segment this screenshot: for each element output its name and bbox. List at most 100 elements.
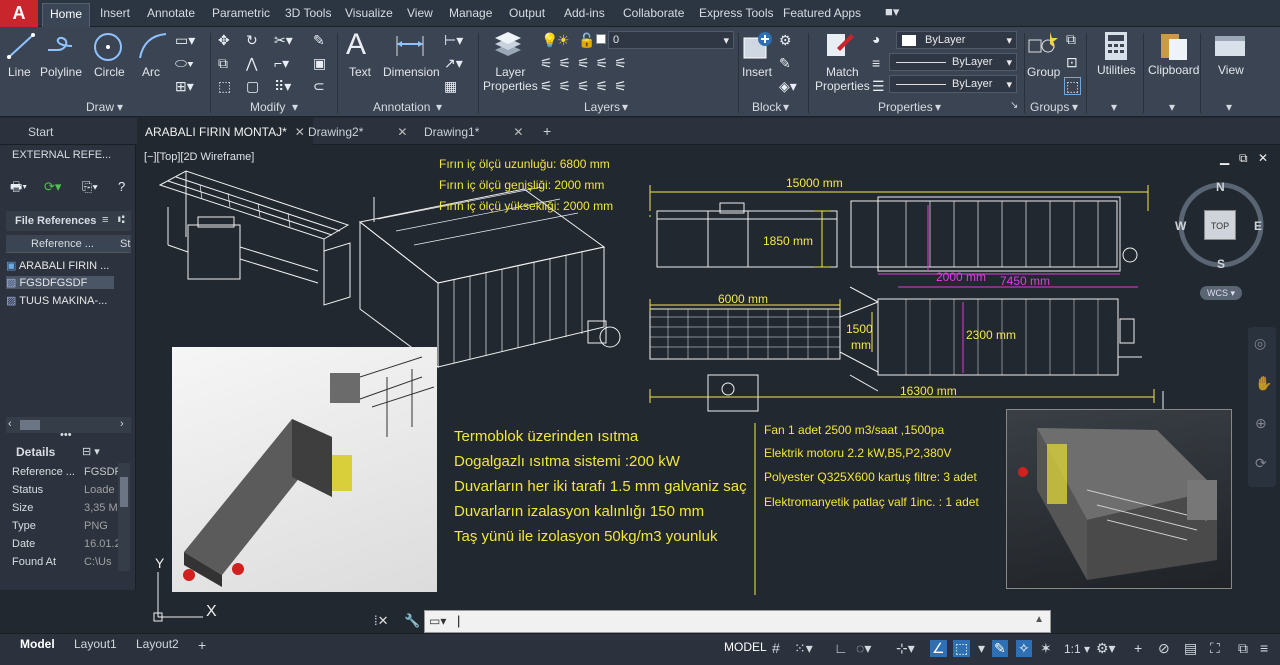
match-properties-icon[interactable] xyxy=(823,30,857,62)
add-layout-button[interactable]: + xyxy=(192,637,212,653)
tab-insert[interactable]: Insert xyxy=(100,6,130,20)
leader-icon[interactable]: ↗▾ xyxy=(444,56,463,70)
rendered-image-oven-open[interactable] xyxy=(1006,409,1232,589)
close-icon[interactable]: ✕ xyxy=(397,125,407,139)
dimension-1500[interactable]: 1500 xyxy=(846,322,873,336)
tab-collaborate[interactable]: Collaborate xyxy=(623,6,684,20)
close-icon[interactable]: ✕ xyxy=(1258,151,1268,165)
note-inner-height[interactable]: Fırın iç ölçü yüksekliği: 2000 mm xyxy=(439,199,613,213)
lineweight-icon[interactable]: ≡ xyxy=(872,56,880,70)
chevron-down-icon[interactable]: ▾ xyxy=(978,640,985,657)
tab-add-ins[interactable]: Add-ins xyxy=(564,6,605,20)
group-icon[interactable] xyxy=(1026,30,1060,62)
dimension-2300[interactable]: 2300 mm xyxy=(966,328,1016,342)
chevron-down-icon[interactable]: ▾ xyxy=(1169,100,1175,114)
column-status[interactable]: St xyxy=(120,238,130,250)
annotation-visibility-icon[interactable]: ✶ xyxy=(1040,640,1052,657)
refresh-icon[interactable]: ⟳▾ xyxy=(44,180,61,194)
circle-button[interactable]: Circle xyxy=(94,65,125,79)
dimension-6000[interactable]: 6000 mm xyxy=(718,292,768,306)
chevron-down-icon[interactable]: ▾ xyxy=(117,100,123,114)
view-button[interactable]: View xyxy=(1218,63,1244,77)
snap-icon[interactable]: ⁙▾ xyxy=(794,640,813,657)
note-gas-heating[interactable]: Dogalgazlı ısıtma sistemi :200 kW xyxy=(454,453,680,470)
tab-layout1[interactable]: Layout1 xyxy=(68,637,123,651)
viewcube-south[interactable]: S xyxy=(1217,257,1225,271)
mirror-icon[interactable]: ⋀ xyxy=(246,56,257,70)
chevron-right-icon[interactable]: › xyxy=(120,418,124,430)
workspace-gear-icon[interactable]: ⚙▾ xyxy=(1096,640,1116,657)
command-line-input[interactable]: ▭▾ | ▲ xyxy=(424,610,1051,633)
group-button[interactable]: Group xyxy=(1027,65,1060,79)
wcs-menu[interactable]: WCS ▾ xyxy=(1200,286,1242,300)
match-properties-button[interactable]: Match Properties xyxy=(815,65,870,93)
dimension-icon[interactable] xyxy=(393,30,427,62)
text-button[interactable]: Text xyxy=(349,65,371,79)
orbit-icon[interactable]: ⟳ xyxy=(1255,455,1267,472)
layer-freeze-icon[interactable]: ☀ xyxy=(557,33,570,47)
layer-properties-icon[interactable] xyxy=(491,30,525,62)
properties-launcher-icon[interactable]: ↘ xyxy=(1010,100,1018,111)
vertical-scrollbar[interactable] xyxy=(118,463,130,571)
utilities-icon[interactable] xyxy=(1099,30,1133,62)
dimension-7450[interactable]: 7450 mm xyxy=(1000,274,1050,288)
note-wall-insulation[interactable]: Duvarların izalasyon kalınlığı 150 mm xyxy=(454,503,704,520)
fillet-icon[interactable]: ⌐▾ xyxy=(274,56,289,70)
isolate-objects-icon[interactable]: ⊘ xyxy=(1158,640,1170,657)
tab-express-tools[interactable]: Express Tools xyxy=(699,6,773,20)
note-valve[interactable]: Elektromanyetik patlaç valf 1inc. : 1 ad… xyxy=(764,495,979,509)
selection-cycling-icon[interactable]: ✧ xyxy=(1016,640,1032,657)
array-icon[interactable]: ⠿▾ xyxy=(274,79,291,93)
insert-block-icon[interactable] xyxy=(741,30,775,62)
group-select-icon[interactable]: ⬚ xyxy=(1064,77,1082,95)
trim-icon[interactable]: ✂▾ xyxy=(274,33,293,47)
text-icon[interactable]: A xyxy=(346,30,366,60)
tab-featured-apps[interactable]: Featured Apps xyxy=(783,6,861,20)
note-fan[interactable]: Fan 1 adet 2500 m3/saat ,1500pa xyxy=(764,423,944,437)
note-wall-sheet[interactable]: Duvarların her iki tarafı 1.5 mm galvani… xyxy=(454,478,747,495)
dimension-1500-unit[interactable]: mm xyxy=(851,338,871,352)
layer-dropdown[interactable]: 0 ▾ xyxy=(608,31,734,49)
explode-icon[interactable]: ▣ xyxy=(313,56,326,70)
application-menu-button[interactable]: A xyxy=(0,0,38,27)
layer-tools-icon[interactable]: ⚟⚟⚟⚟⚟ xyxy=(540,56,633,70)
color-wheel-icon[interactable]: ◕ xyxy=(872,32,880,46)
line-icon[interactable] xyxy=(4,30,38,62)
chevron-down-icon[interactable]: ▾ xyxy=(935,100,941,114)
tab-home[interactable]: Home xyxy=(42,3,91,27)
pan-icon[interactable]: ✋ xyxy=(1255,375,1272,392)
view-icon[interactable] xyxy=(1213,30,1247,62)
graphics-performance-icon[interactable]: ▤ xyxy=(1184,640,1197,657)
tab-model[interactable]: Model xyxy=(14,637,61,651)
dimension-button[interactable]: Dimension xyxy=(383,65,440,79)
tab-drawing1[interactable]: Drawing1* ✕ xyxy=(416,118,531,145)
lineweight-dropdown[interactable]: ByLayer ▾ xyxy=(889,75,1017,93)
chevron-down-icon[interactable]: ▾ xyxy=(1111,100,1117,114)
scroll-thumb[interactable] xyxy=(120,477,128,507)
attach-icon[interactable]: 🖶▾ xyxy=(10,180,27,194)
chevron-down-icon[interactable]: ▾ xyxy=(622,100,628,114)
arc-button[interactable]: Arc xyxy=(142,65,160,79)
dimension-15000[interactable]: 15000 mm xyxy=(786,176,843,190)
column-reference[interactable]: Reference ... xyxy=(31,238,94,250)
modify-panel-title[interactable]: Modify xyxy=(250,100,285,114)
tab-layout2[interactable]: Layout2 xyxy=(130,637,185,651)
viewcube-north[interactable]: N xyxy=(1216,180,1225,194)
boundary-icon[interactable]: ⊞▾ xyxy=(175,79,194,93)
viewcube-east[interactable]: E xyxy=(1254,219,1262,233)
tab-drawing2[interactable]: Drawing2* ✕ xyxy=(300,118,415,145)
stretch-icon[interactable]: ⬚ xyxy=(218,79,231,93)
isodraft-icon[interactable]: ∠ xyxy=(930,640,947,657)
customization-menu-icon[interactable]: ≡ xyxy=(1260,640,1268,656)
note-inner-width[interactable]: Fırın iç ölçü genişliği: 2000 mm xyxy=(439,178,604,192)
splitter-grip-icon[interactable]: ••• xyxy=(60,429,72,441)
chevron-up-icon[interactable]: ▲ xyxy=(1034,614,1044,625)
dimension-2000[interactable]: 2000 mm xyxy=(936,270,986,284)
new-tab-button[interactable]: + xyxy=(535,118,559,145)
chevron-down-icon[interactable]: ▾ xyxy=(1226,100,1232,114)
edit-block-icon[interactable]: ✎ xyxy=(779,56,791,70)
minimize-icon[interactable]: ▁ xyxy=(1220,151,1229,165)
arc-icon[interactable] xyxy=(136,30,170,62)
erase-icon[interactable]: ✎ xyxy=(313,33,325,47)
polyline-button[interactable]: Polyline xyxy=(40,65,82,79)
